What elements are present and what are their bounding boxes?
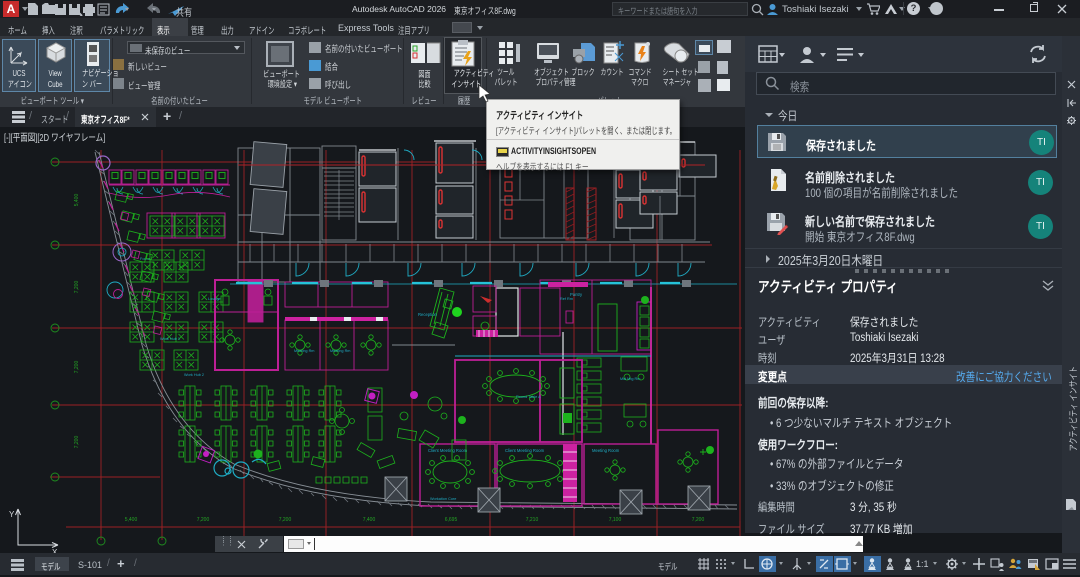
svg-text:7,200: 7,200 [74, 281, 80, 294]
svg-text:Y: Y [9, 510, 15, 519]
svg-text:Reception: Reception [418, 312, 438, 317]
svg-text:Meeting Rm: Meeting Rm [294, 349, 314, 353]
svg-text:7,200: 7,200 [692, 517, 705, 523]
svg-text:Meeting Room: Meeting Room [592, 448, 620, 453]
svg-text:Lounge: Lounge [208, 297, 221, 301]
svg-text:Work Hub 1: Work Hub 1 [160, 337, 180, 341]
svg-text:7,100: 7,100 [609, 517, 622, 523]
svg-text:7,200: 7,200 [279, 517, 292, 523]
svg-text:5,400: 5,400 [125, 517, 138, 523]
svg-text:7,200: 7,200 [74, 436, 80, 449]
svg-text:7,200: 7,200 [74, 361, 80, 374]
svg-text:7,210: 7,210 [526, 517, 539, 523]
svg-text:5,400: 5,400 [74, 194, 80, 207]
svg-text:Work Hub 2: Work Hub 2 [184, 373, 204, 377]
svg-text:7,400: 7,400 [363, 517, 376, 523]
svg-text:Round Table A: Round Table A [516, 395, 541, 399]
svg-text:Workation Core: Workation Core [430, 497, 456, 501]
svg-text:Client Meeting Room: Client Meeting Room [428, 448, 468, 453]
svg-text:Mid Mtg Rm: Mid Mtg Rm [620, 377, 640, 381]
svg-text:7,200: 7,200 [197, 517, 210, 523]
svg-text:Client Meeting Room: Client Meeting Room [505, 448, 545, 453]
svg-text:6,695: 6,695 [445, 517, 458, 523]
svg-text:Meeting Rm: Meeting Rm [330, 349, 350, 353]
svg-text:Ref Rm: Ref Rm [560, 297, 573, 301]
